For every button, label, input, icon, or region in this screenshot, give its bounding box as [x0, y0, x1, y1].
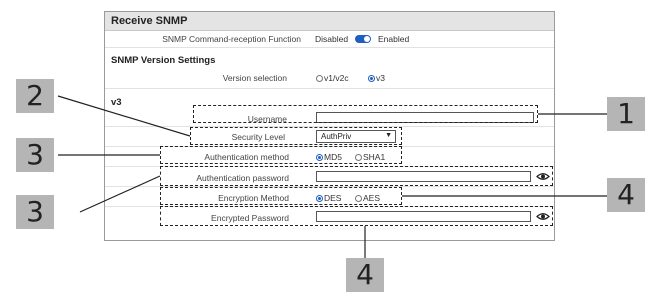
callout-1: 1 — [607, 97, 645, 131]
callout-3: 3 — [16, 195, 54, 229]
callout-3: 3 — [16, 138, 54, 172]
callout-leader-lines — [57, 95, 607, 258]
callout-2: 2 — [16, 79, 54, 113]
callout-4: 4 — [346, 258, 384, 292]
callout-4: 4 — [607, 178, 645, 212]
